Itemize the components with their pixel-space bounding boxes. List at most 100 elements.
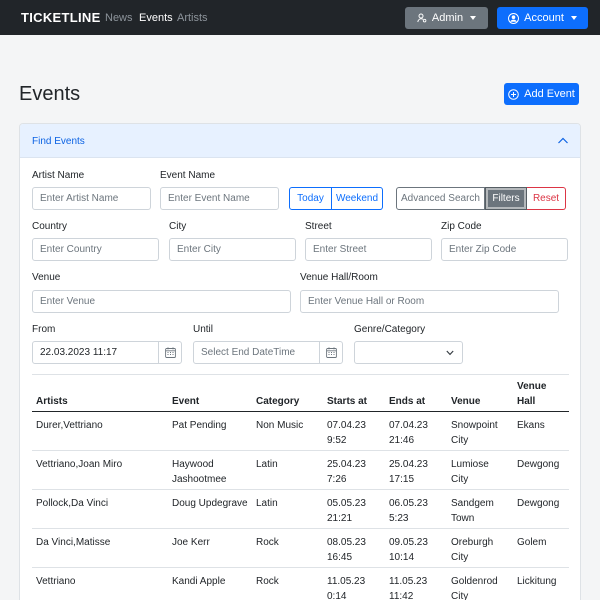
cell-venue-line-1: Lumiose: [451, 459, 489, 470]
cell-ends-date: 25.04.23: [389, 459, 428, 470]
caret-down-icon: [570, 16, 577, 20]
column-header-venue-hall-line-2: Hall: [517, 396, 536, 407]
cell-ends-time: 21:46: [389, 435, 415, 446]
event-name-input[interactable]: Enter Event Name: [160, 187, 279, 210]
table-row[interactable]: Da Vinci,Matisse Joe Kerr Rock 08.05.23 …: [32, 529, 569, 568]
caret-down-icon: [470, 16, 477, 20]
column-header-artists: Artists: [36, 396, 68, 407]
cell-artists: Vettriano: [36, 576, 76, 587]
venue-hall-placeholder: Enter Venue Hall or Room: [308, 296, 425, 307]
cell-ends-date: 07.04.23: [389, 420, 428, 431]
cell-starts-date: 05.05.23: [327, 498, 366, 509]
advanced-search-button[interactable]: Advanced Search: [396, 187, 485, 210]
cell-venue: Sandgem Town: [451, 496, 494, 526]
cell-ends-at: 07.04.23 21:46: [389, 418, 428, 448]
cell-starts-date: 07.04.23: [327, 420, 366, 431]
table-row[interactable]: Vettriano Kandi Apple Rock 11.05.23 0:14…: [32, 568, 569, 600]
user-circle-icon: [508, 12, 520, 24]
zip-code-input[interactable]: Enter Zip Code: [441, 238, 568, 261]
chevron-up-icon[interactable]: [557, 135, 569, 147]
today-button[interactable]: Today: [290, 188, 331, 209]
cell-venue: Lumiose City: [451, 457, 489, 487]
add-event-button[interactable]: Add Event: [504, 83, 579, 105]
column-header-venue: Venue: [451, 396, 481, 407]
city-input[interactable]: Enter City: [169, 238, 296, 261]
country-placeholder: Enter Country: [40, 244, 102, 255]
reset-button[interactable]: Reset: [527, 187, 566, 210]
admin-dropdown-button[interactable]: Admin: [405, 7, 488, 29]
cell-ends-at: 06.05.23 5:23: [389, 496, 428, 526]
country-label: Country: [32, 221, 68, 232]
column-header-category: Category: [256, 396, 300, 407]
account-dropdown-button[interactable]: Account: [497, 7, 588, 29]
admin-label: Admin: [431, 12, 464, 24]
cell-starts-date: 11.05.23: [327, 576, 366, 587]
cell-event-line-1: Joe Kerr: [172, 537, 210, 548]
street-input[interactable]: Enter Street: [305, 238, 432, 261]
find-events-title: Find Events: [32, 136, 85, 147]
cell-venue-line-1: Sandgem: [451, 498, 494, 509]
quick-date-toggle-group: Today Weekend: [289, 187, 383, 210]
cell-venue-line-1: Snowpoint: [451, 420, 498, 431]
cell-event: Pat Pending: [172, 418, 227, 433]
cell-ends-time: 11:42: [389, 591, 414, 600]
cell-venue-line-2: City: [451, 474, 469, 485]
cell-event: Kandi Apple: [172, 574, 225, 589]
until-calendar-button[interactable]: [319, 341, 343, 364]
from-datetime-input[interactable]: 22.03.2023 11:17: [32, 341, 159, 364]
nav-link-news[interactable]: News: [105, 12, 133, 24]
cell-category: Rock: [256, 576, 279, 587]
until-label: Until: [193, 324, 214, 335]
page-title: Events: [19, 83, 81, 105]
cell-category: Non Music: [256, 420, 304, 431]
brand-logo[interactable]: TICKETLINE: [21, 10, 101, 25]
search-mode-group: Advanced Search Filters Reset: [396, 187, 566, 210]
filters-button[interactable]: Filters: [485, 187, 527, 210]
venue-hall-label: Venue Hall/Room: [300, 272, 378, 283]
weekend-button[interactable]: Weekend: [331, 188, 382, 209]
cell-venue-hall: Lickitung: [517, 576, 557, 587]
cell-venue: Snowpoint City: [451, 418, 498, 448]
cell-venue-line-2: Town: [451, 513, 475, 524]
zip-code-placeholder: Enter Zip Code: [449, 244, 517, 255]
genre-category-select[interactable]: [354, 341, 463, 364]
cell-starts-date: 25.04.23: [327, 459, 366, 470]
cell-event: Haywood Jashootmee: [172, 457, 226, 487]
venue-hall-input[interactable]: Enter Venue Hall or Room: [300, 290, 559, 313]
table-header-row: Artists Event Category Starts at Ends at…: [32, 374, 569, 412]
artist-name-label: Artist Name: [32, 170, 85, 181]
until-datetime-input[interactable]: Select End DateTime: [193, 341, 320, 364]
cell-venue-line-2: City: [451, 435, 469, 446]
table-row[interactable]: Durer,Vettriano Pat Pending Non Music 07…: [32, 412, 569, 451]
cell-ends-date: 11.05.23: [389, 576, 428, 587]
find-events-accordion-header[interactable]: Find Events: [20, 124, 580, 158]
cell-artists: Da Vinci,Matisse: [36, 537, 111, 548]
nav-link-events[interactable]: Events: [139, 12, 173, 24]
cell-event-line-1: Doug Updegrave: [172, 498, 248, 509]
from-calendar-button[interactable]: [158, 341, 182, 364]
column-header-ends-at: Ends at: [389, 396, 426, 407]
cell-ends-date: 09.05.23: [389, 537, 428, 548]
cell-ends-date: 06.05.23: [389, 498, 428, 509]
cell-starts-time: 0:14: [327, 591, 347, 600]
cell-starts-at: 08.05.23 16:45: [327, 535, 366, 565]
cell-starts-time: 16:45: [327, 552, 353, 563]
venue-input[interactable]: Enter Venue: [32, 290, 291, 313]
cell-artists: Pollock,Da Vinci: [36, 498, 109, 509]
table-row[interactable]: Pollock,Da Vinci Doug Updegrave Latin 05…: [32, 490, 569, 529]
nav-link-artists[interactable]: Artists: [177, 12, 208, 24]
user-gear-icon: [417, 13, 427, 23]
cell-venue-hall: Golem: [517, 537, 547, 548]
table-row[interactable]: Vettriano,Joan Miro Haywood Jashootmee L…: [32, 451, 569, 490]
cell-event-line-1: Pat Pending: [172, 420, 227, 431]
street-label: Street: [305, 221, 332, 232]
cell-starts-date: 08.05.23: [327, 537, 366, 548]
cell-ends-time: 17:15: [389, 474, 415, 485]
cell-event: Doug Updegrave: [172, 496, 248, 511]
find-events-card: Find Events Artist Name Enter Artist Nam…: [19, 123, 581, 600]
cell-starts-at: 11.05.23 0:14: [327, 574, 365, 600]
artist-name-input[interactable]: Enter Artist Name: [32, 187, 151, 210]
country-input[interactable]: Enter Country: [32, 238, 159, 261]
venue-label: Venue: [32, 272, 61, 283]
cell-venue: Oreburgh City: [451, 535, 493, 565]
